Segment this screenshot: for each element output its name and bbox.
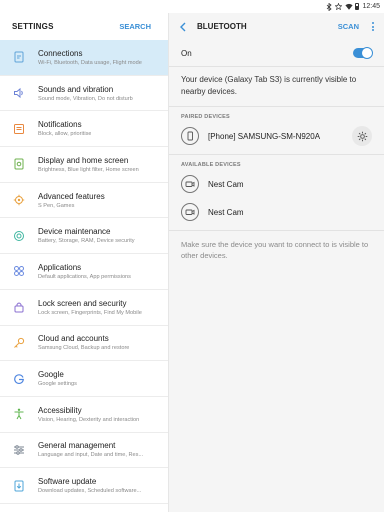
menu-item-subtitle: Battery, Storage, RAM, Device security xyxy=(38,238,135,245)
menu-item-title: Google xyxy=(38,370,64,380)
phone-icon xyxy=(181,127,199,145)
status-bar: 12:45 xyxy=(0,0,384,13)
available-device-name: Nest Cam xyxy=(208,207,244,217)
menu-item-title: Connections xyxy=(38,48,83,58)
clock: 12:45 xyxy=(362,3,380,10)
settings-header: SETTINGS SEARCH xyxy=(0,13,168,40)
menu-item-title: Notifications xyxy=(38,120,82,130)
scan-button[interactable]: SCAN xyxy=(338,22,359,31)
star-icon xyxy=(334,1,343,11)
bluetooth-toggle[interactable] xyxy=(353,47,373,59)
software-update-icon xyxy=(12,479,25,492)
menu-item-general-management[interactable]: General management Language and input, D… xyxy=(0,433,168,469)
menu-item-title: Lock screen and security xyxy=(38,298,127,308)
general-management-icon xyxy=(12,443,25,456)
wifi-icon xyxy=(345,3,354,11)
accessibility-icon xyxy=(12,408,25,421)
visibility-message: Your device (Galaxy Tab S3) is currently… xyxy=(169,67,384,107)
chevron-left-icon xyxy=(180,22,186,31)
notification-icon xyxy=(12,122,25,135)
menu-item-subtitle: Sound mode, Vibration, Do not disturb xyxy=(38,95,133,102)
available-devices-heading: AVAILABLE DEVICES xyxy=(181,162,241,168)
paired-device-name: [Phone] SAMSUNG-SM-N920A xyxy=(208,131,321,141)
available-device-name: Nest Cam xyxy=(208,179,244,189)
menu-item-title: Applications xyxy=(38,262,82,272)
menu-item-subtitle: Lock screen, Fingerprints, Find My Mobil… xyxy=(38,309,142,316)
menu-item-subtitle: Language and input, Date and time, Res..… xyxy=(38,452,144,459)
key-icon xyxy=(12,336,25,349)
menu-item-google[interactable]: Google Google settings xyxy=(0,361,168,397)
google-icon xyxy=(12,372,25,385)
menu-item-title: Sounds and vibration xyxy=(38,84,114,94)
menu-item-subtitle: Google settings xyxy=(38,381,77,388)
menu-item-title: Device maintenance xyxy=(38,227,111,237)
device-settings-button[interactable] xyxy=(352,126,372,146)
menu-item-software-update[interactable]: Software update Download updates, Schedu… xyxy=(0,468,168,504)
toggle-label: On xyxy=(181,48,192,58)
menu-item-subtitle: Brightness, Blue light filter, Home scre… xyxy=(38,166,139,173)
menu-item-title: Accessibility xyxy=(38,405,82,415)
battery-icon xyxy=(355,3,360,10)
menu-item-title: Advanced features xyxy=(38,191,105,201)
menu-item-cloud-accounts[interactable]: Cloud and accounts Samsung Cloud, Backup… xyxy=(0,326,168,362)
sound-icon xyxy=(12,87,25,100)
bluetooth-icon xyxy=(325,2,332,11)
menu-item-title: Display and home screen xyxy=(38,155,129,165)
bluetooth-title: BLUETOOTH xyxy=(197,22,247,31)
menu-item-advanced-features[interactable]: Advanced features S Pen, Games xyxy=(0,183,168,219)
menu-item-title: Cloud and accounts xyxy=(38,334,109,344)
maintenance-icon xyxy=(12,229,25,242)
bluetooth-header: BLUETOOTH SCAN xyxy=(169,13,384,40)
search-button[interactable]: SEARCH xyxy=(119,22,151,31)
menu-item-title: Software update xyxy=(38,477,97,487)
menu-item-subtitle: Download updates, Scheduled software... xyxy=(38,488,142,495)
menu-item-subtitle: Vision, Hearing, Dexterity and interacti… xyxy=(38,416,140,423)
menu-item-notifications[interactable]: Notifications Block, allow, prioritise xyxy=(0,111,168,148)
page-title: SETTINGS xyxy=(12,22,54,31)
available-device-row[interactable]: Nest Cam xyxy=(169,171,384,197)
menu-item-display[interactable]: Display and home screen Brightness, Blue… xyxy=(0,147,168,183)
lock-icon xyxy=(12,301,25,314)
camera-icon xyxy=(181,203,199,221)
menu-item-connections[interactable]: Connections Wi-Fi, Bluetooth, Data usage… xyxy=(0,40,168,76)
menu-item-subtitle: S Pen, Games xyxy=(38,202,75,209)
advanced-features-icon xyxy=(12,194,25,207)
gear-icon xyxy=(357,131,367,141)
menu-item-sounds[interactable]: Sounds and vibration Sound mode, Vibrati… xyxy=(0,76,168,112)
visibility-hint: Make sure the device you want to connect… xyxy=(181,240,369,260)
menu-item-lock-screen[interactable]: Lock screen and security Lock screen, Fi… xyxy=(0,290,168,326)
back-button[interactable] xyxy=(179,22,195,32)
bluetooth-panel: BLUETOOTH SCAN On Your device (Galaxy Ta… xyxy=(169,13,384,512)
available-device-row[interactable]: Nest Cam xyxy=(169,199,384,225)
bluetooth-toggle-row[interactable]: On xyxy=(169,40,384,67)
menu-item-accessibility[interactable]: Accessibility Vision, Hearing, Dexterity… xyxy=(0,397,168,433)
menu-item-title: General management xyxy=(38,441,116,451)
menu-item-applications[interactable]: Applications Default applications, App p… xyxy=(0,254,168,290)
paired-device-row[interactable]: [Phone] SAMSUNG-SM-N920A xyxy=(169,123,384,149)
menu-item-subtitle: Wi-Fi, Bluetooth, Data usage, Flight mod… xyxy=(38,59,142,66)
more-options-icon[interactable] xyxy=(370,22,376,31)
paired-devices-heading: PAIRED DEVICES xyxy=(181,114,230,120)
applications-icon xyxy=(12,265,25,278)
menu-item-device-maintenance[interactable]: Device maintenance Battery, Storage, RAM… xyxy=(0,218,168,255)
menu-item-subtitle: Default applications, App permissions xyxy=(38,273,131,280)
settings-panel: SETTINGS SEARCH Connections Wi-Fi, Bluet… xyxy=(0,13,169,512)
display-icon xyxy=(12,158,25,171)
camera-icon xyxy=(181,175,199,193)
connections-icon xyxy=(12,51,25,64)
menu-item-subtitle: Samsung Cloud, Backup and restore xyxy=(38,345,130,352)
menu-item-subtitle: Block, allow, prioritise xyxy=(38,131,92,138)
